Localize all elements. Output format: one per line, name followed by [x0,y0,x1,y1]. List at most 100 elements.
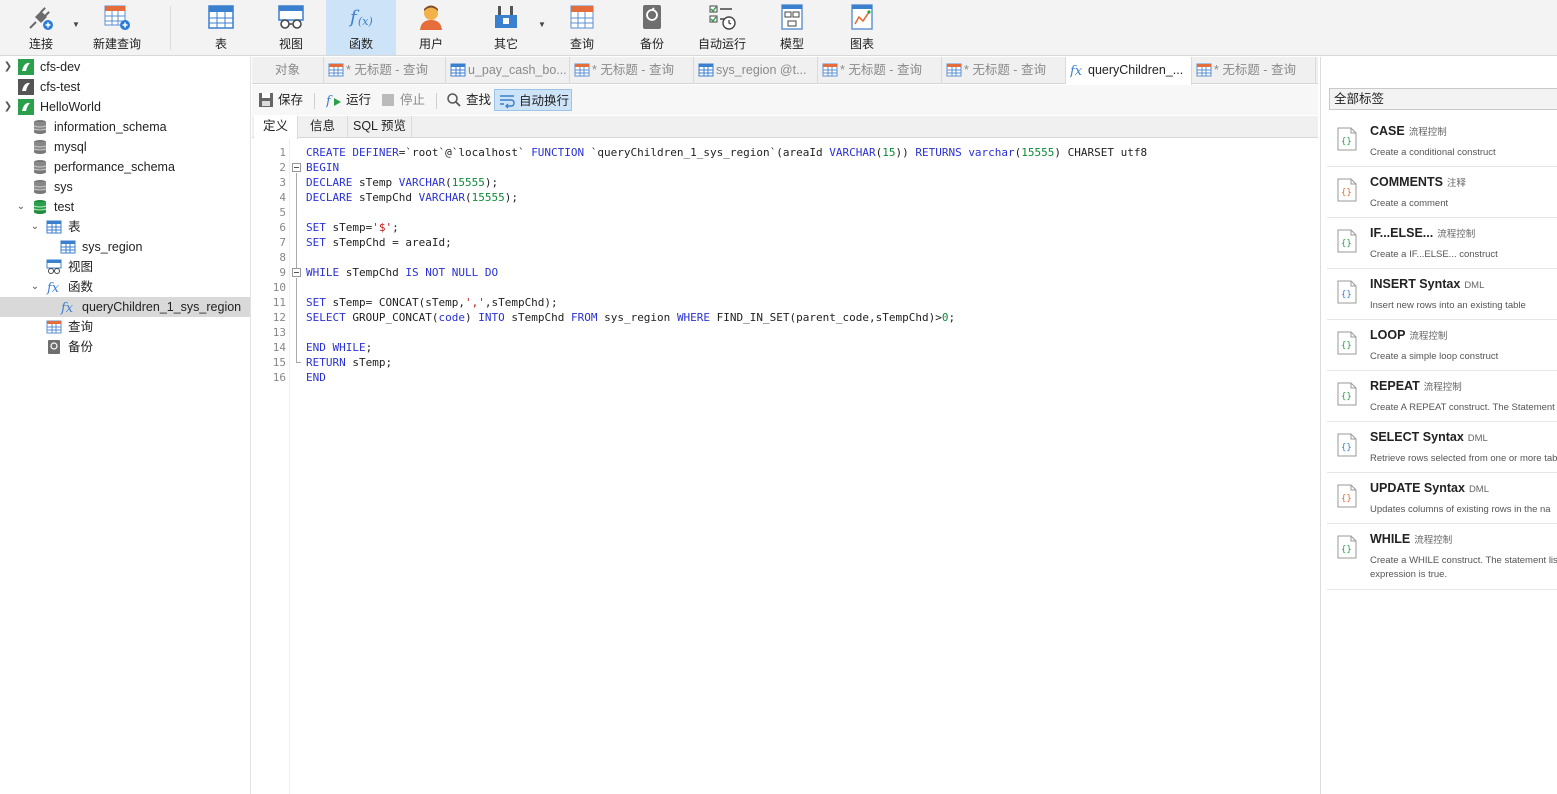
function-icon: fx [46,281,60,295]
tree-item-performance-schema[interactable]: performance_schema [0,157,250,177]
tree-item-functions[interactable]: ⌄ fx 函数 [0,277,250,297]
tree-item-queries[interactable]: 查询 [0,317,250,337]
tab-query-children-function[interactable]: fx queryChildren_... [1066,57,1192,85]
svg-text:fx: fx [1070,64,1083,78]
save-label: 保存 [278,93,304,107]
tab-untitled-query[interactable]: * 无标题 - 查询 [1192,57,1316,84]
tree-item-mysql[interactable]: mysql [0,137,250,157]
save-button[interactable]: 保存 [254,89,306,111]
tab-untitled-query[interactable]: * 无标题 - 查询 [324,57,446,84]
tab-untitled-query[interactable]: * 无标题 - 查询 [570,57,694,84]
tree-item-cfs-dev[interactable]: ❯ cfs-dev [0,57,250,77]
word-wrap-toggle[interactable]: 自动换行 [494,89,572,111]
line-number: 6 [279,221,286,234]
new-query-button[interactable]: 新建查询 [88,0,146,55]
snippet-name: WHILE 流程控制 [1370,532,1453,546]
snippet-item-update[interactable]: {} UPDATE Syntax DML Updates columns of e… [1327,473,1557,524]
chart-button[interactable]: 图表 [834,0,890,55]
tab-u-pay-cash[interactable]: u_pay_cash_bo... [446,57,570,84]
tab-sys-region[interactable]: sys_region @t... [694,57,818,84]
query-icon [574,63,590,77]
code-line: END [306,371,326,384]
snippet-item-insert[interactable]: {} INSERT Syntax DML Insert new rows into… [1327,269,1557,320]
table-button[interactable]: 表 [192,0,250,55]
fold-toggle-icon[interactable] [292,268,301,277]
tab-untitled-query[interactable]: * 无标题 - 查询 [942,57,1066,84]
table-icon [450,63,466,77]
line-number: 14 [272,341,286,354]
snippet-item-case[interactable]: {} CASE 流程控制 Create a conditional constru… [1327,116,1557,167]
user-button[interactable]: 用户 [402,0,460,55]
snippet-item-while[interactable]: {} WHILE 流程控制 Create a WHILE construct. T… [1327,524,1557,590]
line-number: 5 [279,206,286,219]
svg-text:{}: {} [1341,290,1352,300]
query-button[interactable]: 查询 [554,0,610,55]
tab-objects[interactable]: 对象 [252,57,324,84]
tree-item-test[interactable]: ⌄ test [0,197,250,217]
snippet-item-repeat[interactable]: {} REPEAT 流程控制 Create A REPEAT construct.… [1327,371,1557,422]
tree-item-information-schema[interactable]: information_schema [0,117,250,137]
automation-label: 自动运行 [697,37,746,51]
new-query-icon [104,5,130,30]
snippet-item-loop[interactable]: {} LOOP 流程控制 Create a simple loop constru… [1327,320,1557,371]
toolbar-divider [436,93,437,109]
tab-sql-preview[interactable]: SQL 预览 [348,116,412,138]
automation-button[interactable]: 自动运行 [690,0,754,55]
snippet-item-if-else[interactable]: {} IF...ELSE... 流程控制 Create a IF...ELSE..… [1327,218,1557,269]
connect-button[interactable]: 连接 [14,0,68,55]
run-button[interactable]: f 运行 [322,89,374,111]
word-wrap-label: 自动换行 [519,94,570,108]
line-number: 12 [272,311,286,324]
backup-icon [643,5,661,29]
collapse-arrow-icon[interactable]: ❯ [2,97,14,117]
tab-label: * 无标题 - 查询 [964,63,1046,77]
other-button[interactable]: 其它 [478,0,534,55]
tab-definition[interactable]: 定义 [254,116,298,139]
view-button[interactable]: 视图 [262,0,320,55]
tree-item-sys-region[interactable]: sys_region [0,237,250,257]
function-button[interactable]: f (x) 函数 [326,0,396,55]
tree-item-cfs-test[interactable]: cfs-test [0,77,250,97]
run-label: 运行 [346,93,372,107]
svg-text:{}: {} [1341,341,1352,351]
snippet-item-select[interactable]: {} SELECT Syntax DML Retrieve rows select… [1327,422,1557,473]
function-icon: fx [60,301,74,315]
line-number: 3 [279,176,286,189]
tree-item-helloworld[interactable]: ❯ HelloWorld [0,97,250,117]
fold-toggle-icon[interactable] [292,163,301,172]
connect-dropdown-icon[interactable]: ▼ [72,20,80,29]
tree-label: 查询 [68,320,94,334]
snippet-icon: {} [1337,433,1357,457]
collapse-arrow-icon[interactable]: ⌄ [15,197,27,217]
toolbar-divider [314,93,315,109]
stop-button[interactable]: 停止 [376,89,428,111]
database-open-icon [33,200,47,214]
snippet-name: SELECT Syntax DML [1370,430,1488,444]
tree-item-views[interactable]: 视图 [0,257,250,277]
tree-label: information_schema [54,120,167,134]
expand-arrow-icon[interactable]: ❯ [2,57,14,77]
line-number: 1 [279,146,286,159]
snippet-tag-filter[interactable]: 全部标签 [1329,88,1557,110]
collapse-arrow-icon[interactable]: ⌄ [29,217,41,237]
table-icon [46,220,62,234]
table-icon [60,240,76,254]
tree-item-tables[interactable]: ⌄ 表 [0,217,250,237]
other-dropdown-icon[interactable]: ▼ [538,20,546,29]
code-line: SET sTemp='$'; [306,221,399,234]
svg-text:{}: {} [1341,239,1352,249]
tree-item-backups[interactable]: 备份 [0,337,250,357]
sql-code-editor[interactable]: 1 2 3 4 5 6 7 8 9 10 11 12 13 14 15 16 C… [252,139,1318,794]
tab-info[interactable]: 信息 [298,116,348,138]
model-button[interactable]: 模型 [764,0,820,55]
tree-item-query-children-function[interactable]: fx queryChildren_1_sys_region [0,297,250,317]
snippet-item-comments[interactable]: {} COMMENTS 注释 Create a comment [1327,167,1557,218]
backup-button[interactable]: 备份 [624,0,680,55]
line-number: 7 [279,236,286,249]
code-line: SET sTemp= CONCAT(sTemp,',',sTempChd); [306,296,558,309]
tab-untitled-query[interactable]: * 无标题 - 查询 [818,57,942,84]
svg-text:(x): (x) [358,15,373,28]
find-button[interactable]: 查找 [442,89,494,111]
collapse-arrow-icon[interactable]: ⌄ [29,277,41,297]
tree-item-sys[interactable]: sys [0,177,250,197]
